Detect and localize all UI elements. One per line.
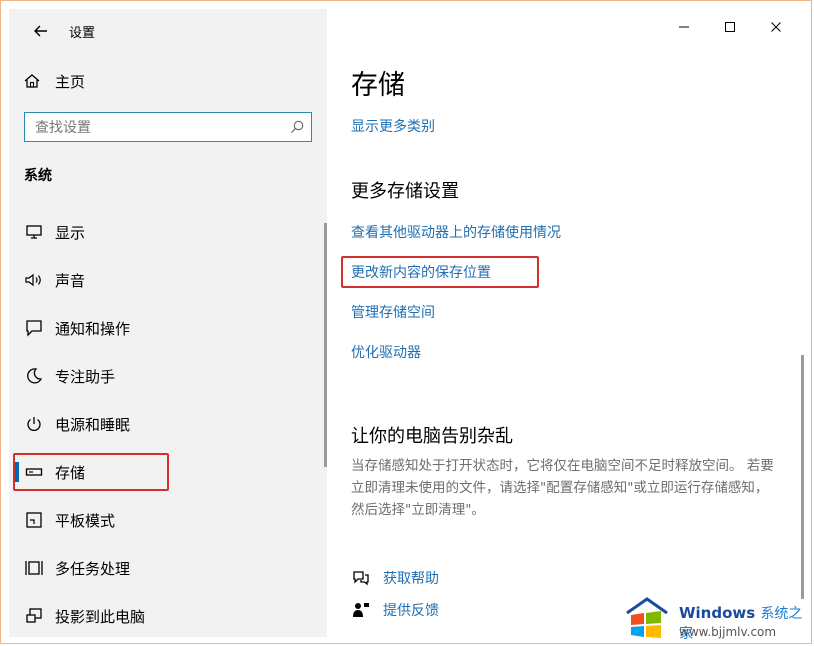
more-storage-settings-heading: 更多存储设置 xyxy=(351,181,459,202)
give-feedback-link[interactable]: 提供反馈 xyxy=(351,600,439,620)
home-label: 主页 xyxy=(55,72,86,91)
sidebar-item-focus-assist[interactable]: 专注助手 xyxy=(15,356,315,396)
sidebar-item-sound[interactable]: 声音 xyxy=(15,260,315,300)
sidebar-item-label: 显示 xyxy=(55,223,86,242)
windows-watermark: Windows 系统之家 www.bjjmlv.com xyxy=(623,595,811,643)
sidebar-item-label: 平板模式 xyxy=(55,511,116,530)
page-title: 存储 xyxy=(351,70,405,101)
sidebar-item-label: 投影到此电脑 xyxy=(55,607,146,626)
monitor-icon xyxy=(23,221,45,243)
get-help-link[interactable]: 获取帮助 xyxy=(351,568,439,588)
power-icon xyxy=(23,413,45,435)
search-box[interactable] xyxy=(24,112,312,142)
sidebar-item-display[interactable]: 显示 xyxy=(15,212,315,252)
clutter-description: 当存储感知处于打开状态时，它将仅在电脑空间不足时释放空间。 若要立即清理未使用的… xyxy=(351,458,774,518)
sidebar-item-multitasking[interactable]: 多任务处理 xyxy=(15,548,315,588)
window-controls xyxy=(661,13,799,41)
back-button[interactable] xyxy=(29,19,53,43)
sidebar-item-label: 专注助手 xyxy=(55,367,116,386)
main-scrollbar[interactable] xyxy=(801,355,804,599)
maximize-icon xyxy=(725,22,735,32)
sidebar-item-project-to-pc[interactable]: 投影到此电脑 xyxy=(15,596,315,636)
notification-icon xyxy=(23,317,45,339)
give-feedback-label: 提供反馈 xyxy=(383,603,439,619)
watermark-url: www.bjjmlv.com xyxy=(679,625,777,639)
storage-highlight-box xyxy=(13,453,169,491)
tablet-icon xyxy=(23,509,45,531)
section-title: 系统 xyxy=(24,168,52,184)
sidebar-item-label: 声音 xyxy=(55,271,86,290)
sidebar-item-power-sleep[interactable]: 电源和睡眠 xyxy=(15,404,315,444)
home-icon xyxy=(24,74,40,88)
close-icon xyxy=(771,22,781,32)
view-other-drives-link[interactable]: 查看其他驱动器上的存储使用情况 xyxy=(351,222,561,242)
multitask-icon xyxy=(23,557,45,579)
minimize-button[interactable] xyxy=(661,13,707,41)
project-icon xyxy=(23,605,45,627)
feedback-person-icon xyxy=(353,603,369,617)
sidebar-item-tablet-mode[interactable]: 平板模式 xyxy=(15,500,315,540)
clutter-heading: 让你的电脑告别杂乱 xyxy=(351,426,513,447)
get-help-label: 获取帮助 xyxy=(383,571,439,587)
sidebar-item-label: 多任务处理 xyxy=(55,559,131,578)
main-content: 存储 显示更多类别 更多存储设置 查看其他驱动器上的存储使用情况 更改新内容的保… xyxy=(327,9,807,637)
help-chat-icon xyxy=(353,571,369,586)
show-more-categories-link[interactable]: 显示更多类别 xyxy=(351,116,435,136)
optimize-drives-link[interactable]: 优化驱动器 xyxy=(351,342,421,362)
watermark-brand-text: Windows xyxy=(679,604,756,622)
sidebar-item-label: 电源和睡眠 xyxy=(55,415,131,434)
close-button[interactable] xyxy=(753,13,799,41)
screenshot-frame: 设置 主页 系统 显示 声音 通知和操作 专注助手 电源和睡眠 xyxy=(0,0,812,644)
sidebar: 设置 主页 系统 显示 声音 通知和操作 专注助手 电源和睡眠 xyxy=(9,9,327,637)
minimize-icon xyxy=(679,26,689,28)
search-input[interactable] xyxy=(33,117,287,139)
sidebar-item-notifications[interactable]: 通知和操作 xyxy=(15,308,315,348)
windows-logo-icon xyxy=(626,597,668,638)
search-icon xyxy=(291,120,304,133)
sidebar-item-label: 通知和操作 xyxy=(55,319,131,338)
moon-icon xyxy=(23,365,45,387)
sidebar-item-home[interactable]: 主页 xyxy=(23,69,85,93)
manage-storage-spaces-link[interactable]: 管理存储空间 xyxy=(351,302,435,322)
speaker-icon xyxy=(23,269,45,291)
back-arrow-icon xyxy=(34,25,47,37)
save-location-highlight-box xyxy=(341,256,539,288)
window-title: 设置 xyxy=(69,26,96,41)
maximize-button[interactable] xyxy=(707,13,753,41)
